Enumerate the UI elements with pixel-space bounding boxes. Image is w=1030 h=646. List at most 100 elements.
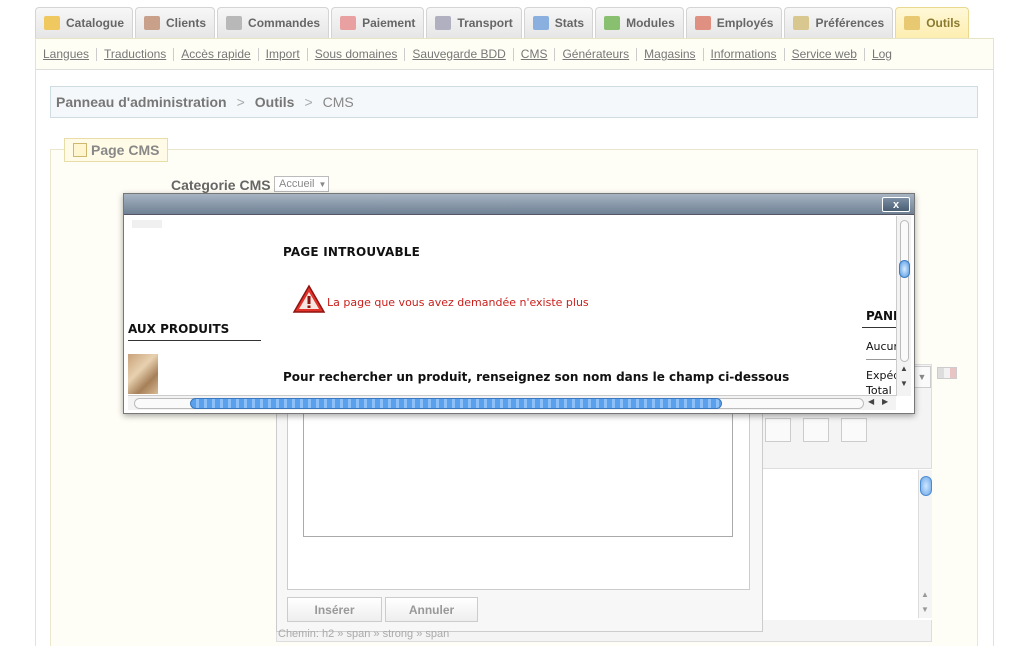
scroll-down-icon[interactable]: ▼ — [921, 605, 929, 614]
subnav-log[interactable]: Log — [865, 47, 899, 61]
main-tabs: Catalogue Clients Commandes Paiement Tra… — [35, 7, 971, 38]
tab-label: Catalogue — [66, 16, 125, 30]
search-instruction: Pour rechercher un produit, renseignez s… — [283, 370, 790, 384]
toolbar-button[interactable] — [765, 418, 791, 442]
breadcrumb-separator: > — [236, 94, 245, 110]
tab-modules[interactable]: Modules — [595, 7, 684, 38]
scroll-thumb[interactable] — [190, 398, 722, 409]
subnav-acces-rapide[interactable]: Accès rapide — [174, 47, 259, 61]
breadcrumb-cms: CMS — [322, 94, 354, 110]
breadcrumb-admin-panel[interactable]: Panneau d'administration — [56, 94, 227, 110]
tab-label: Outils — [926, 16, 961, 30]
tab-label: Préférences — [815, 16, 885, 30]
tab-transport[interactable]: Transport — [426, 7, 522, 38]
scroll-right-icon[interactable]: ▶ — [882, 397, 888, 406]
tab-label: Clients — [166, 16, 207, 30]
close-button[interactable]: x — [882, 197, 910, 212]
scroll-track[interactable] — [900, 220, 909, 362]
editor-content-area[interactable] — [760, 468, 932, 620]
subnav-service-web[interactable]: Service web — [785, 47, 865, 61]
cancel-button[interactable]: Annuler — [385, 597, 478, 622]
left-column-heading: AUX PRODUITS — [128, 322, 230, 336]
puzzle-icon — [604, 16, 621, 30]
scroll-thumb[interactable] — [899, 260, 910, 278]
chevron-down-icon[interactable]: ▼ — [913, 366, 931, 388]
editor-scrollbar[interactable]: ▲ ▼ — [918, 470, 932, 618]
flag-icon[interactable] — [937, 367, 957, 379]
legend-label: Page CMS — [91, 142, 160, 158]
popup-titlebar[interactable]: x — [124, 194, 914, 215]
cart-heading: PANI — [866, 309, 896, 323]
tab-label: Transport — [457, 16, 513, 30]
tab-clients[interactable]: Clients — [135, 7, 216, 38]
tab-employes[interactable]: Employés — [685, 7, 783, 38]
tab-commandes[interactable]: Commandes — [217, 7, 330, 38]
cart-empty-text: Aucur — [866, 340, 896, 353]
scroll-up-icon[interactable]: ▲ — [900, 364, 908, 373]
toolbar-button[interactable] — [803, 418, 829, 442]
chevron-down-icon: ▼ — [318, 179, 327, 189]
breadcrumb-outils[interactable]: Outils — [255, 94, 295, 110]
breadcrumb: Panneau d'administration > Outils > CMS — [50, 86, 978, 118]
breadcrumb-separator: > — [304, 94, 313, 110]
tab-label: Employés — [716, 16, 774, 30]
faint-header — [132, 220, 162, 228]
chart-icon — [532, 16, 549, 30]
scroll-up-icon[interactable]: ▲ — [921, 590, 929, 599]
user-icon — [144, 16, 161, 30]
popup-iframe: PAGE INTROUVABLE La page que vous avez d… — [128, 216, 896, 394]
tools-icon — [904, 16, 921, 30]
tab-outils[interactable]: Outils — [895, 7, 970, 38]
subnav-generateurs[interactable]: Générateurs — [555, 47, 638, 61]
close-icon: x — [892, 198, 900, 211]
employee-icon — [694, 16, 711, 30]
cart-shipping-text: Expéd — [866, 369, 896, 382]
tab-label: Commandes — [248, 16, 321, 30]
page-title: PAGE INTROUVABLE — [283, 245, 421, 259]
divider — [862, 327, 896, 328]
subnav-magasins[interactable]: Magasins — [637, 47, 704, 61]
insert-dialog-textarea[interactable] — [303, 408, 733, 537]
subnav-sauvegarde-bdd[interactable]: Sauvegarde BDD — [405, 47, 514, 61]
tab-paiement[interactable]: Paiement — [331, 7, 425, 38]
subnav-bar: Langues Traductions Accès rapide Import … — [35, 38, 994, 70]
page-icon — [73, 143, 87, 157]
popup-horizontal-scrollbar[interactable]: ◀ ▶ — [128, 395, 896, 410]
popup-vertical-scrollbar[interactable]: ▲ ▼ — [896, 216, 911, 396]
subnav-traductions[interactable]: Traductions — [97, 47, 175, 61]
scroll-thumb[interactable] — [920, 476, 932, 496]
subnav-langues[interactable]: Langues — [42, 47, 98, 61]
scroll-down-icon[interactable]: ▼ — [900, 379, 908, 388]
cart-total-text: Total — [866, 384, 892, 394]
subnav-cms[interactable]: CMS — [514, 47, 556, 61]
toolbar-button[interactable] — [841, 418, 867, 442]
editor-path: Chemin: h2 » span » strong » span — [278, 628, 450, 640]
folder-icon — [44, 16, 60, 30]
subnav-import[interactable]: Import — [259, 47, 308, 61]
fieldset-legend: Page CMS — [64, 138, 169, 162]
tab-stats[interactable]: Stats — [523, 7, 594, 38]
truck-icon — [435, 16, 452, 30]
preferences-icon — [793, 16, 810, 30]
divider — [128, 340, 261, 341]
subnav-sous-domaines[interactable]: Sous domaines — [308, 47, 406, 61]
tab-label: Stats — [554, 16, 585, 30]
tab-catalogue[interactable]: Catalogue — [35, 7, 134, 38]
subnav-informations[interactable]: Informations — [704, 47, 785, 61]
divider — [866, 359, 896, 360]
category-select[interactable]: Accueil ▼ — [274, 176, 330, 192]
warning-icon — [292, 284, 326, 313]
insert-button[interactable]: Insérer — [287, 597, 382, 622]
cart-icon — [226, 16, 243, 30]
tab-label: Paiement — [362, 16, 416, 30]
editor-toolbar — [765, 418, 879, 442]
payment-icon — [340, 16, 357, 30]
category-select-value: Accueil — [279, 178, 315, 190]
error-message: La page que vous avez demandée n'existe … — [327, 296, 589, 309]
preview-popup: x PAGE INTROUVABLE La page que vous avez… — [123, 193, 915, 414]
tab-label: Modules — [626, 16, 675, 30]
category-label: Categorie CMS — [171, 177, 271, 193]
product-thumbnail[interactable] — [128, 354, 158, 394]
scroll-left-icon[interactable]: ◀ — [868, 397, 874, 406]
tab-preferences[interactable]: Préférences — [784, 7, 894, 38]
